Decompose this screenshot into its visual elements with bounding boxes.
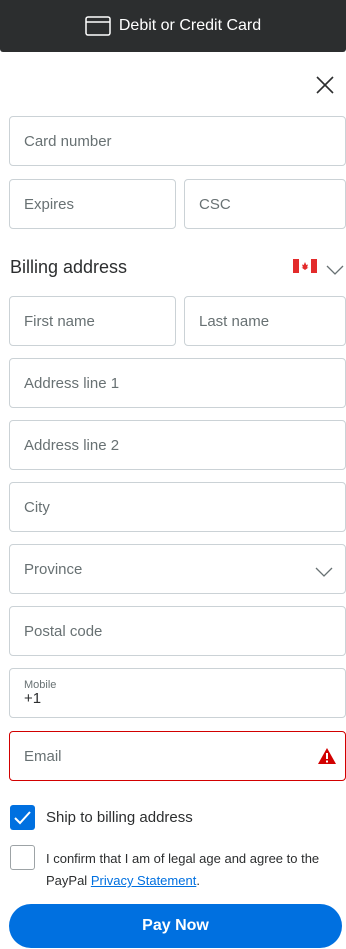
address-line-2-placeholder: Address line 2 xyxy=(24,436,120,454)
header-title: Debit or Credit Card xyxy=(118,17,262,34)
province-placeholder: Province xyxy=(24,560,83,578)
csc-field[interactable]: CSC xyxy=(184,179,346,229)
legal-age-checkbox[interactable] xyxy=(10,845,35,870)
address-line-1-placeholder: Address line 1 xyxy=(24,374,120,392)
ship-to-billing-label[interactable]: Ship to billing address xyxy=(46,809,193,826)
confirm-end: . xyxy=(196,873,200,888)
expires-placeholder: Expires xyxy=(24,195,75,213)
city-placeholder: City xyxy=(24,498,50,516)
first-name-field[interactable]: First name xyxy=(9,296,176,346)
warning-icon xyxy=(317,747,337,769)
credit-card-icon xyxy=(85,16,111,36)
payment-method-header[interactable]: Debit or Credit Card xyxy=(0,0,346,52)
card-number-field[interactable]: Card number xyxy=(9,116,346,166)
checkmark-icon xyxy=(14,811,31,825)
address-line-2-field[interactable]: Address line 2 xyxy=(9,420,346,470)
privacy-statement-link[interactable]: Privacy Statement xyxy=(91,873,197,888)
city-field[interactable]: City xyxy=(9,482,346,532)
country-chevron-down-icon[interactable] xyxy=(326,262,344,280)
email-field[interactable]: Email xyxy=(9,731,346,781)
card-number-placeholder: Card number xyxy=(24,132,112,150)
legal-age-confirmation-text: I confirm that I am of legal age and agr… xyxy=(46,848,342,892)
canada-flag-icon[interactable] xyxy=(293,259,317,278)
mobile-value: +1 xyxy=(24,690,42,707)
address-line-1-field[interactable]: Address line 1 xyxy=(9,358,346,408)
mobile-field[interactable]: Mobile +1 xyxy=(9,668,346,718)
csc-placeholder: CSC xyxy=(199,195,231,213)
last-name-placeholder: Last name xyxy=(199,312,270,330)
billing-address-title: Billing address xyxy=(10,257,128,277)
province-select[interactable]: Province xyxy=(9,544,346,594)
close-icon[interactable] xyxy=(314,74,336,96)
first-name-placeholder: First name xyxy=(24,312,95,330)
ship-to-billing-checkbox[interactable] xyxy=(10,805,35,830)
chevron-down-icon xyxy=(315,564,333,581)
postal-code-field[interactable]: Postal code xyxy=(9,606,346,656)
pay-now-button[interactable]: Pay Now xyxy=(9,904,342,948)
last-name-field[interactable]: Last name xyxy=(184,296,346,346)
postal-code-placeholder: Postal code xyxy=(24,622,103,640)
email-placeholder: Email xyxy=(24,747,62,765)
expires-field[interactable]: Expires xyxy=(9,179,176,229)
